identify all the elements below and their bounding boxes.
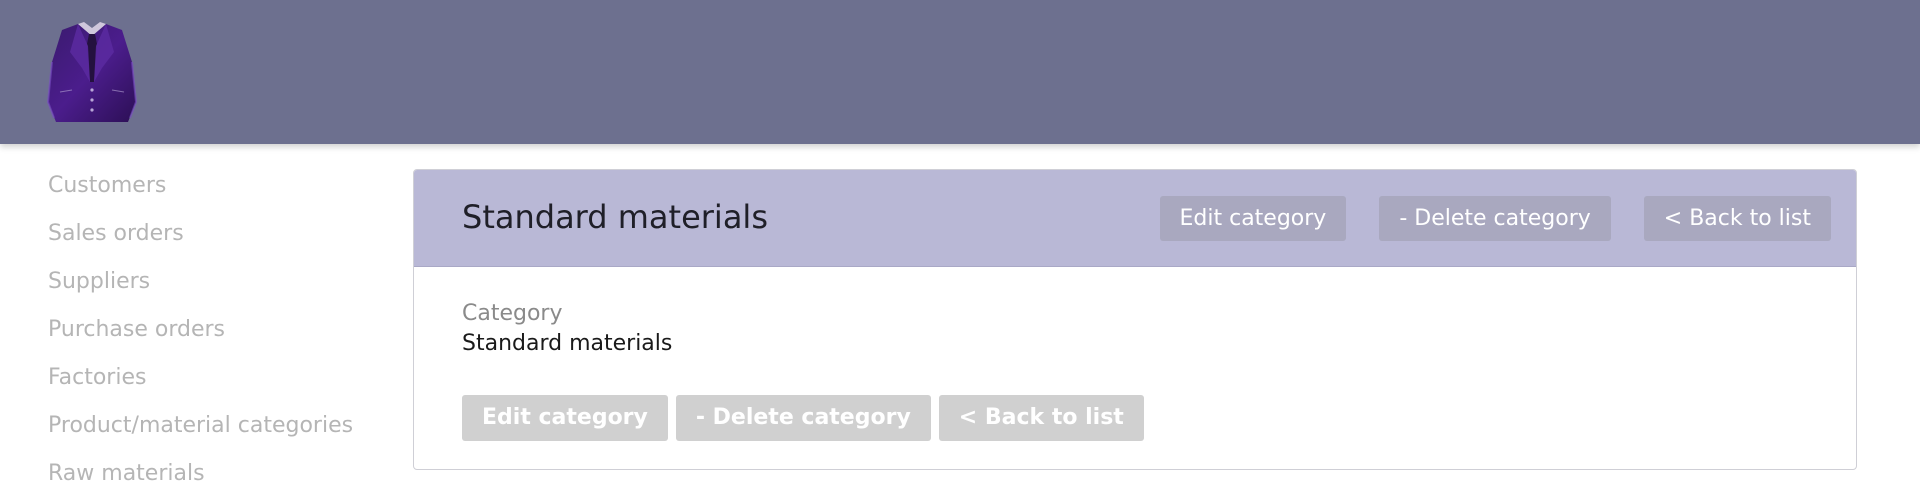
panel-header: Standard materials Edit category - Delet… — [414, 170, 1856, 267]
header-edit-category-button[interactable]: Edit category — [1159, 196, 1347, 241]
suit-jacket-icon[interactable] — [44, 22, 140, 126]
header-actions: Edit category - Delete category < Back t… — [1159, 196, 1831, 241]
sidebar-navigation: Customers Sales orders Suppliers Purchas… — [48, 162, 368, 498]
delete-category-button[interactable]: - Delete category — [675, 395, 931, 441]
header-delete-category-button[interactable]: - Delete category — [1379, 196, 1611, 241]
top-navigation-bar — [0, 0, 1920, 144]
sidebar-item-customers[interactable]: Customers — [48, 162, 368, 210]
sidebar-item-suppliers[interactable]: Suppliers — [48, 258, 368, 306]
category-field-value: Standard materials — [462, 331, 673, 356]
category-detail-panel: Standard materials Edit category - Delet… — [413, 169, 1857, 470]
edit-category-button[interactable]: Edit category — [462, 395, 668, 441]
panel-body: Category Standard materials Edit categor… — [414, 267, 1856, 441]
page-title: Standard materials — [462, 198, 768, 236]
sidebar-item-sales-orders[interactable]: Sales orders — [48, 210, 368, 258]
sidebar-item-purchase-orders[interactable]: Purchase orders — [48, 306, 368, 354]
sidebar-item-product-material-categories[interactable]: Product/material categories — [48, 402, 368, 450]
sidebar-item-raw-materials[interactable]: Raw materials — [48, 450, 368, 498]
back-to-list-button[interactable]: < Back to list — [938, 395, 1144, 441]
sidebar-item-factories[interactable]: Factories — [48, 354, 368, 402]
body-actions: Edit category - Delete category < Back t… — [462, 395, 1808, 441]
category-field-label: Category — [462, 301, 563, 326]
header-back-to-list-button[interactable]: < Back to list — [1643, 196, 1831, 241]
